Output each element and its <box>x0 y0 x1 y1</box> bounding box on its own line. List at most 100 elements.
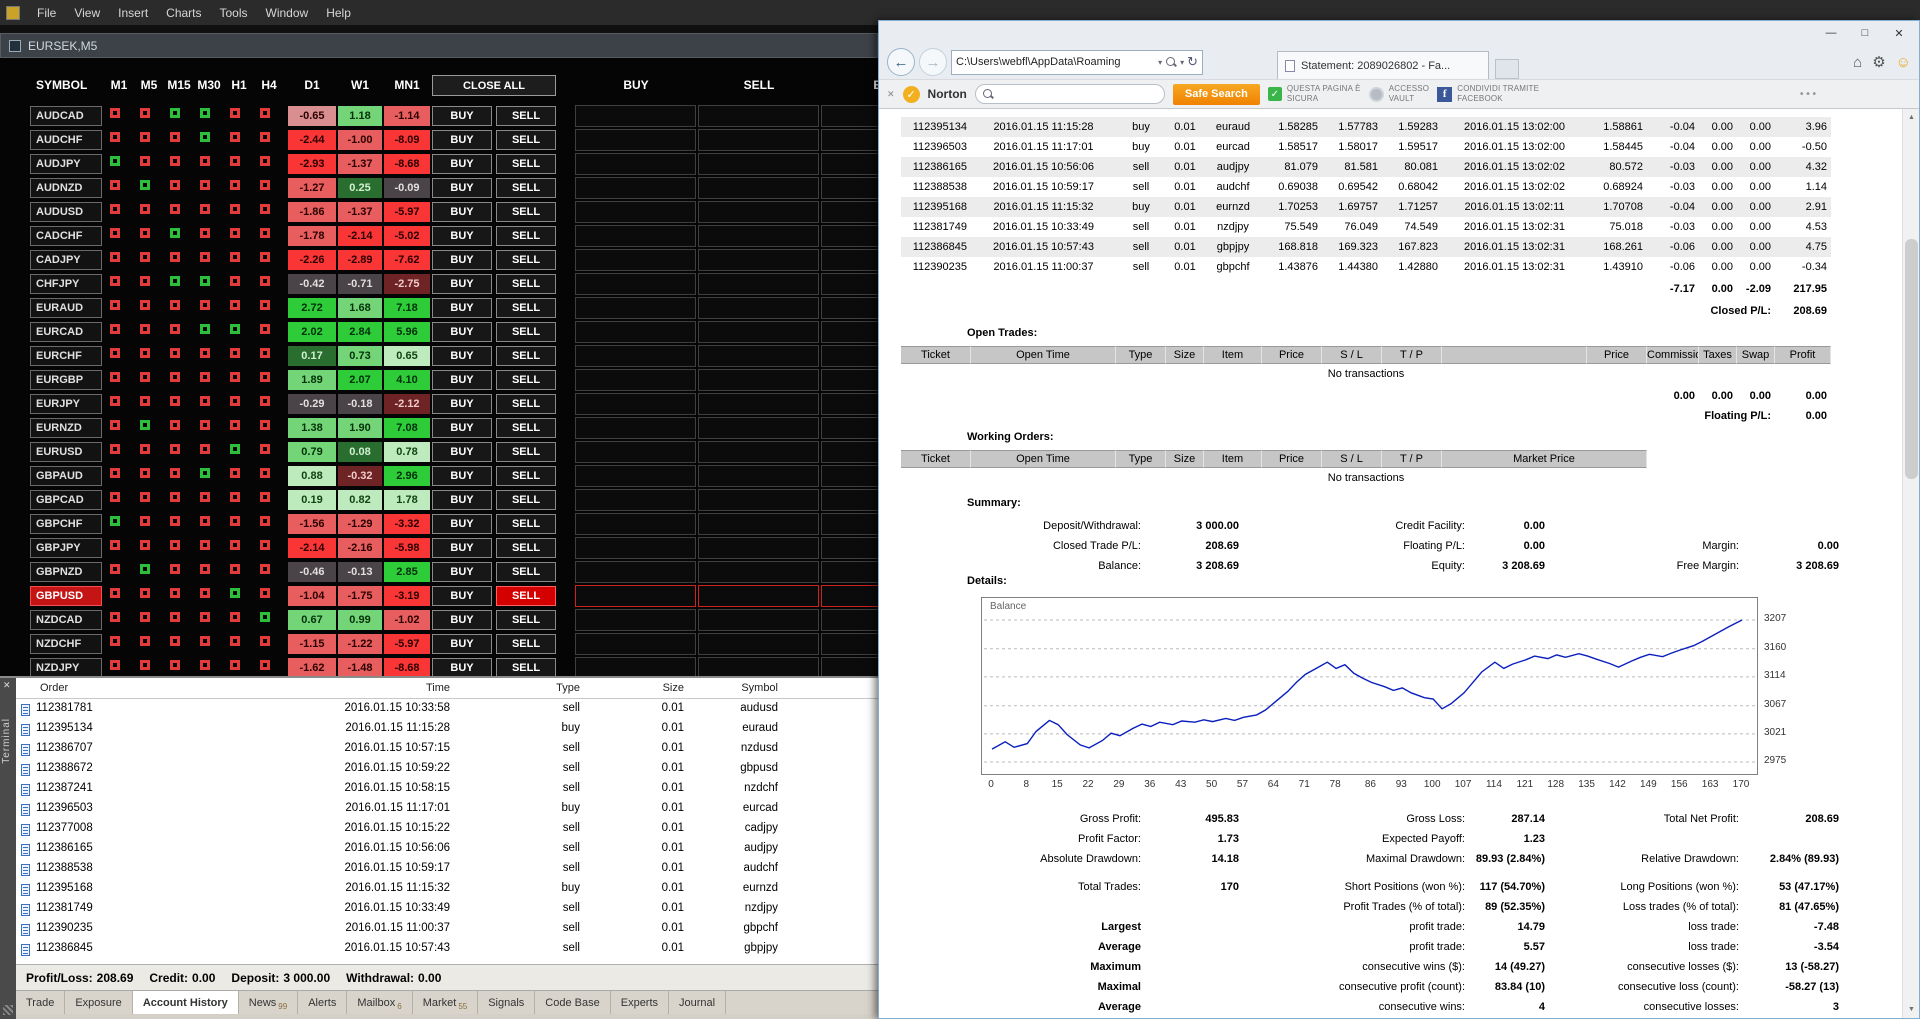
menu-item-window[interactable]: Window <box>257 3 318 23</box>
order-row-112377008[interactable]: 1123770082016.01.15 10:15:22sell0.01cadj… <box>16 820 878 840</box>
col-header-order[interactable]: Order <box>40 682 190 694</box>
order-row-112386165[interactable]: 1123861652016.01.15 10:56:06sell0.01audj… <box>16 840 878 860</box>
forward-button[interactable]: → <box>919 48 947 76</box>
sell-button-cadchf[interactable]: SELL <box>496 226 556 246</box>
menu-item-view[interactable]: View <box>65 3 109 23</box>
symbol-cell-eurnzd[interactable]: EURNZD <box>30 418 102 438</box>
sell-button-gbpchf[interactable]: SELL <box>496 514 556 534</box>
smiley-icon[interactable]: ☺ <box>1896 54 1911 71</box>
sell-button-eurnzd[interactable]: SELL <box>496 418 556 438</box>
symbol-cell-gbpjpy[interactable]: GBPJPY <box>30 538 102 558</box>
panel-close-icon[interactable]: ✕ <box>3 680 11 691</box>
buy-button-euraud[interactable]: BUY <box>432 298 492 318</box>
sell-button-audjpy[interactable]: SELL <box>496 154 556 174</box>
buy-button-nzdchf[interactable]: BUY <box>432 634 492 654</box>
sell-button-audnzd[interactable]: SELL <box>496 178 556 198</box>
browser-titlebar[interactable]: — □ ✕ <box>879 21 1919 45</box>
symbol-cell-nzdjpy[interactable]: NZDJPY <box>30 658 102 676</box>
symbol-cell-euraud[interactable]: EURAUD <box>30 298 102 318</box>
search-icon[interactable] <box>1165 56 1177 68</box>
sell-button-gbpnzd[interactable]: SELL <box>496 562 556 582</box>
symbol-cell-nzdchf[interactable]: NZDCHF <box>30 634 102 654</box>
sell-button-audchf[interactable]: SELL <box>496 130 556 150</box>
symbol-cell-audusd[interactable]: AUDUSD <box>30 202 102 222</box>
buy-button-audnzd[interactable]: BUY <box>432 178 492 198</box>
menu-item-insert[interactable]: Insert <box>109 3 157 23</box>
order-row-112388538[interactable]: 1123885382016.01.15 10:59:17sell0.01audc… <box>16 860 878 880</box>
norton-close-icon[interactable]: ✕ <box>887 89 895 100</box>
col-header-size[interactable]: Size <box>586 682 690 694</box>
buy-button-cadjpy[interactable]: BUY <box>432 250 492 270</box>
sell-button-nzdchf[interactable]: SELL <box>496 634 556 654</box>
resize-grip-icon[interactable] <box>3 1005 13 1015</box>
buy-button-gbpnzd[interactable]: BUY <box>432 562 492 582</box>
symbol-cell-audchf[interactable]: AUDCHF <box>30 130 102 150</box>
symbol-cell-gbpusd[interactable]: GBPUSD <box>30 586 102 606</box>
buy-button-audusd[interactable]: BUY <box>432 202 492 222</box>
order-row-112388672[interactable]: 1123886722016.01.15 10:59:22sell0.01gbpu… <box>16 760 878 780</box>
tab-experts[interactable]: Experts <box>611 991 669 1014</box>
sell-button-nzdcad[interactable]: SELL <box>496 610 556 630</box>
buy-button-audcad[interactable]: BUY <box>432 106 492 126</box>
sell-button-euraud[interactable]: SELL <box>496 298 556 318</box>
symbol-cell-nzdcad[interactable]: NZDCAD <box>30 610 102 630</box>
order-row-112386845[interactable]: 1123868452016.01.15 10:57:43sell0.01gbpj… <box>16 940 878 960</box>
menu-item-tools[interactable]: Tools <box>211 3 257 23</box>
sell-button-gbpusd[interactable]: SELL <box>496 586 556 606</box>
vault-access[interactable]: ACCESSO VAULT <box>1369 84 1430 103</box>
sell-button-gbpjpy[interactable]: SELL <box>496 538 556 558</box>
sell-button-eurcad[interactable]: SELL <box>496 322 556 342</box>
close-button[interactable]: ✕ <box>1883 23 1915 43</box>
symbol-cell-eurcad[interactable]: EURCAD <box>30 322 102 342</box>
buy-button-eurchf[interactable]: BUY <box>432 346 492 366</box>
tab-signals[interactable]: Signals <box>478 991 535 1014</box>
menu-item-help[interactable]: Help <box>317 3 360 23</box>
sell-button-gbpcad[interactable]: SELL <box>496 490 556 510</box>
sell-button-eurchf[interactable]: SELL <box>496 346 556 366</box>
safe-search-button[interactable]: Safe Search <box>1173 84 1260 105</box>
buy-button-gbpcad[interactable]: BUY <box>432 490 492 510</box>
symbol-cell-eurchf[interactable]: EURCHF <box>30 346 102 366</box>
facebook-share[interactable]: f CONDIVIDI TRAMITE FACEBOOK <box>1437 84 1539 103</box>
symbol-cell-cadjpy[interactable]: CADJPY <box>30 250 102 270</box>
symbol-cell-eurjpy[interactable]: EURJPY <box>30 394 102 414</box>
tab-mailbox[interactable]: Mailbox6 <box>347 991 412 1014</box>
search-dropdown-icon[interactable]: ▾ <box>1180 58 1184 67</box>
buy-button-nzdcad[interactable]: BUY <box>432 610 492 630</box>
new-tab-button[interactable] <box>1495 59 1519 79</box>
home-icon[interactable]: ⌂ <box>1853 54 1862 71</box>
scroll-up-icon[interactable]: ▲ <box>1903 109 1919 126</box>
buy-button-audjpy[interactable]: BUY <box>432 154 492 174</box>
buy-button-audchf[interactable]: BUY <box>432 130 492 150</box>
tab-code-base[interactable]: Code Base <box>535 991 610 1014</box>
symbol-cell-audjpy[interactable]: AUDJPY <box>30 154 102 174</box>
buy-button-gbpjpy[interactable]: BUY <box>432 538 492 558</box>
chart-window-titlebar[interactable]: EURSEK,M5 <box>0 33 878 58</box>
symbol-cell-cadchf[interactable]: CADCHF <box>30 226 102 246</box>
order-row-112395168[interactable]: 1123951682016.01.15 11:15:32buy0.01eurnz… <box>16 880 878 900</box>
symbol-cell-gbpnzd[interactable]: GBPNZD <box>30 562 102 582</box>
sell-button-chfjpy[interactable]: SELL <box>496 274 556 294</box>
gear-icon[interactable]: ⚙ <box>1872 53 1885 71</box>
buy-button-eurusd[interactable]: BUY <box>432 442 492 462</box>
norton-menu-dots[interactable]: • • • <box>1800 89 1816 100</box>
symbol-cell-gbpcad[interactable]: GBPCAD <box>30 490 102 510</box>
tab-exposure[interactable]: Exposure <box>65 991 132 1014</box>
address-bar[interactable]: C:\Users\webfl\AppData\Roaming ▾ ▾ ↻ <box>951 50 1203 75</box>
order-row-112396503[interactable]: 1123965032016.01.15 11:17:01buy0.01eurca… <box>16 800 878 820</box>
col-header-time[interactable]: Time <box>196 682 456 694</box>
sell-button-nzdjpy[interactable]: SELL <box>496 658 556 676</box>
symbol-cell-chfjpy[interactable]: CHFJPY <box>30 274 102 294</box>
symbol-cell-eurusd[interactable]: EURUSD <box>30 442 102 462</box>
page-safe-indicator[interactable]: ✓ QUESTA PAGINA È SICURA <box>1268 84 1361 103</box>
sell-button-cadjpy[interactable]: SELL <box>496 250 556 270</box>
order-row-112381749[interactable]: 1123817492016.01.15 10:33:49sell0.01nzdj… <box>16 900 878 920</box>
buy-button-gbpchf[interactable]: BUY <box>432 514 492 534</box>
minimize-button[interactable]: — <box>1815 23 1847 43</box>
symbol-cell-audnzd[interactable]: AUDNZD <box>30 178 102 198</box>
tab-news[interactable]: News99 <box>239 991 298 1014</box>
sell-button-eurusd[interactable]: SELL <box>496 442 556 462</box>
maximize-button[interactable]: □ <box>1849 23 1881 43</box>
buy-button-eurnzd[interactable]: BUY <box>432 418 492 438</box>
refresh-icon[interactable]: ↻ <box>1187 54 1198 70</box>
